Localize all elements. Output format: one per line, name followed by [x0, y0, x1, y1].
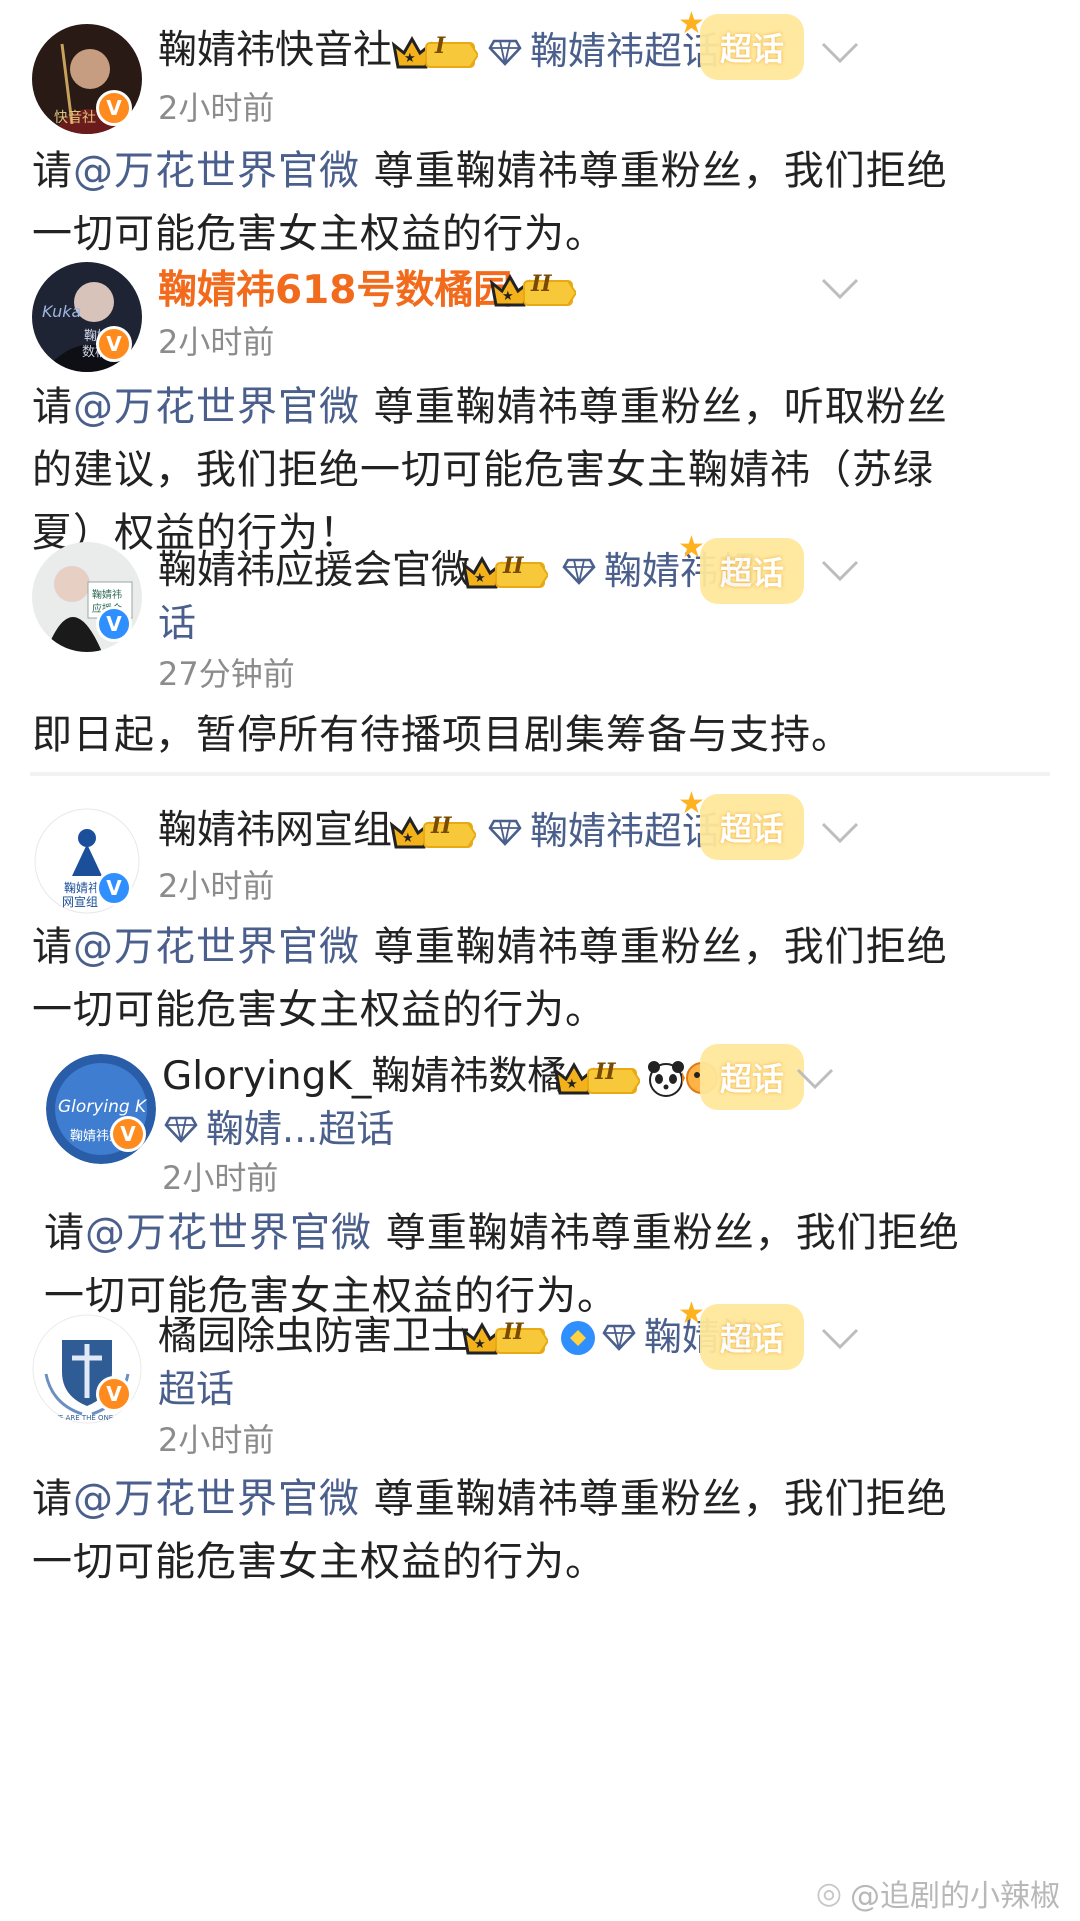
- username[interactable]: 鞠婧祎618号数橘园: [158, 266, 512, 316]
- supertopic-link[interactable]: 鞠婧...超话: [206, 1104, 394, 1154]
- post-4: 鞠婧祎 网宣组 V 鞠婧祎网宣组 II 鞠婧祎超话 超话 ★ 2小时前 请@万花世…: [0, 780, 1080, 1036]
- post-time: 27分钟前: [158, 655, 295, 693]
- supertopic-diamond-icon: [488, 37, 522, 67]
- chevron-down-icon[interactable]: [795, 1066, 835, 1092]
- star-icon: ★: [678, 6, 705, 41]
- mention-link[interactable]: @万花世界官微: [73, 384, 360, 430]
- mention-link[interactable]: @万花世界官微: [85, 1210, 372, 1256]
- post-6: WE ARE THE ONE V 橘园除虫防害卫士 II 鞠婧祎 超话 超话 ★…: [0, 1296, 1080, 1921]
- verified-badge-icon: V: [96, 90, 132, 126]
- post-text: 请@万花世界官微 尊重鞠婧祎尊重粉丝，我们拒绝 一切可能危害女主权益的行为。: [32, 1476, 948, 1585]
- post-text: 请@万花世界官微 尊重鞠婧祎尊重粉丝，我们拒绝 一切可能危害女主权益的行为。: [32, 148, 948, 257]
- supertopic-diamond-icon: [562, 556, 596, 586]
- fan-level-text: II: [503, 1319, 524, 1345]
- divider: [30, 772, 1050, 776]
- svg-text:鞠婧祎: 鞠婧祎: [92, 588, 122, 601]
- blue-badge-icon: [558, 1318, 598, 1358]
- supertopic-sticker: 超话: [700, 14, 804, 80]
- watermark: ◎ @追剧的小辣椒: [816, 1871, 1060, 1915]
- verified-badge-icon: V: [96, 326, 132, 362]
- supertopic-diamond-icon: [488, 817, 522, 847]
- username[interactable]: 鞠婧祎网宣组: [158, 806, 392, 856]
- svg-text:网宣组: 网宣组: [62, 894, 98, 909]
- svg-text:鞠婧祎: 鞠婧祎: [64, 880, 100, 895]
- username[interactable]: 鞠婧祎快音社: [158, 26, 392, 76]
- star-icon: ★: [678, 530, 705, 565]
- chevron-down-icon[interactable]: [820, 558, 860, 584]
- star-icon: ★: [678, 786, 705, 821]
- post-text: 请@万花世界官微 尊重鞠婧祎尊重粉丝，我们拒绝 一切可能危害女主权益的行为。: [32, 924, 948, 1033]
- username[interactable]: GloryingK_鞠婧祎数橘...: [162, 1052, 604, 1102]
- post-5: Glorying K 鞠婧祎数 V GloryingK_鞠婧祎数橘... II 超…: [0, 1036, 1080, 1319]
- supertopic-sticker: 超话: [700, 1304, 804, 1370]
- chevron-down-icon[interactable]: [820, 1326, 860, 1352]
- watermark-text: @追剧的小辣椒: [850, 1879, 1060, 1914]
- supertopic-sticker: 超话: [700, 794, 804, 860]
- post-time: 2小时前: [162, 1159, 279, 1197]
- post-text: 即日起，暂停所有待播项目剧集筹备与支持。: [32, 712, 852, 758]
- post-1: 快音社 V 鞠婧祎快音社 I 鞠婧祎超话 超话 ★ 2小时前 请@万花世界官微 …: [0, 0, 1080, 257]
- chevron-down-icon[interactable]: [820, 40, 860, 66]
- chevron-down-icon[interactable]: [820, 276, 860, 302]
- username[interactable]: 鞠婧祎应援会官微: [158, 546, 470, 596]
- panda-icon: [646, 1058, 686, 1098]
- fan-level-crown-icon: [390, 31, 478, 75]
- chevron-down-icon[interactable]: [820, 820, 860, 846]
- post-2: Kuka鞠婧祎数橘园 V 鞠婧祎618号数橘园 II 2小时前 请@万花世界官微…: [0, 250, 1080, 556]
- mention-link[interactable]: @万花世界官微: [73, 148, 360, 194]
- post-3: 鞠婧祎应援会 V 鞠婧祎应援会官微 II 鞠婧祎超 话 超话 ★ 27分钟前 即…: [0, 530, 1080, 770]
- verified-badge-icon: V: [96, 606, 132, 642]
- mention-link[interactable]: @万花世界官微: [73, 924, 360, 970]
- supertopic-sticker: 超话: [700, 538, 804, 604]
- verified-badge-icon: V: [96, 870, 132, 906]
- weibo-logo-icon: ◎: [815, 1875, 842, 1911]
- verified-badge-icon: V: [110, 1116, 146, 1152]
- supertopic-diamond-icon: [164, 1114, 198, 1144]
- mention-link[interactable]: @万花世界官微: [73, 1476, 360, 1522]
- supertopic-link-wrap[interactable]: 话: [158, 598, 196, 648]
- supertopic-link-wrap[interactable]: 超话: [158, 1364, 234, 1414]
- supertopic-sticker: 超话: [700, 1044, 804, 1110]
- username[interactable]: 橘园除虫防害卫士: [158, 1312, 470, 1362]
- post-time: 2小时前: [158, 1421, 275, 1459]
- avatar-script-text: Glorying K: [58, 1097, 148, 1117]
- svg-text:快音社: 快音社: [54, 109, 96, 126]
- fan-level-text: II: [503, 553, 524, 579]
- svg-text:WE ARE THE ONE: WE ARE THE ONE: [52, 1414, 113, 1422]
- fan-level-text: II: [531, 271, 552, 297]
- star-icon: ★: [678, 1296, 705, 1331]
- post-time: 2小时前: [158, 323, 275, 361]
- svg-text:Kuka: Kuka: [42, 302, 81, 321]
- fan-level-text: II: [595, 1059, 616, 1085]
- fan-level-text: II: [431, 813, 452, 839]
- post-time: 2小时前: [158, 89, 275, 127]
- post-time: 2小时前: [158, 867, 275, 905]
- fan-level-text: I: [435, 33, 446, 59]
- verified-badge-icon: V: [96, 1376, 132, 1412]
- supertopic-diamond-icon: [602, 1322, 636, 1352]
